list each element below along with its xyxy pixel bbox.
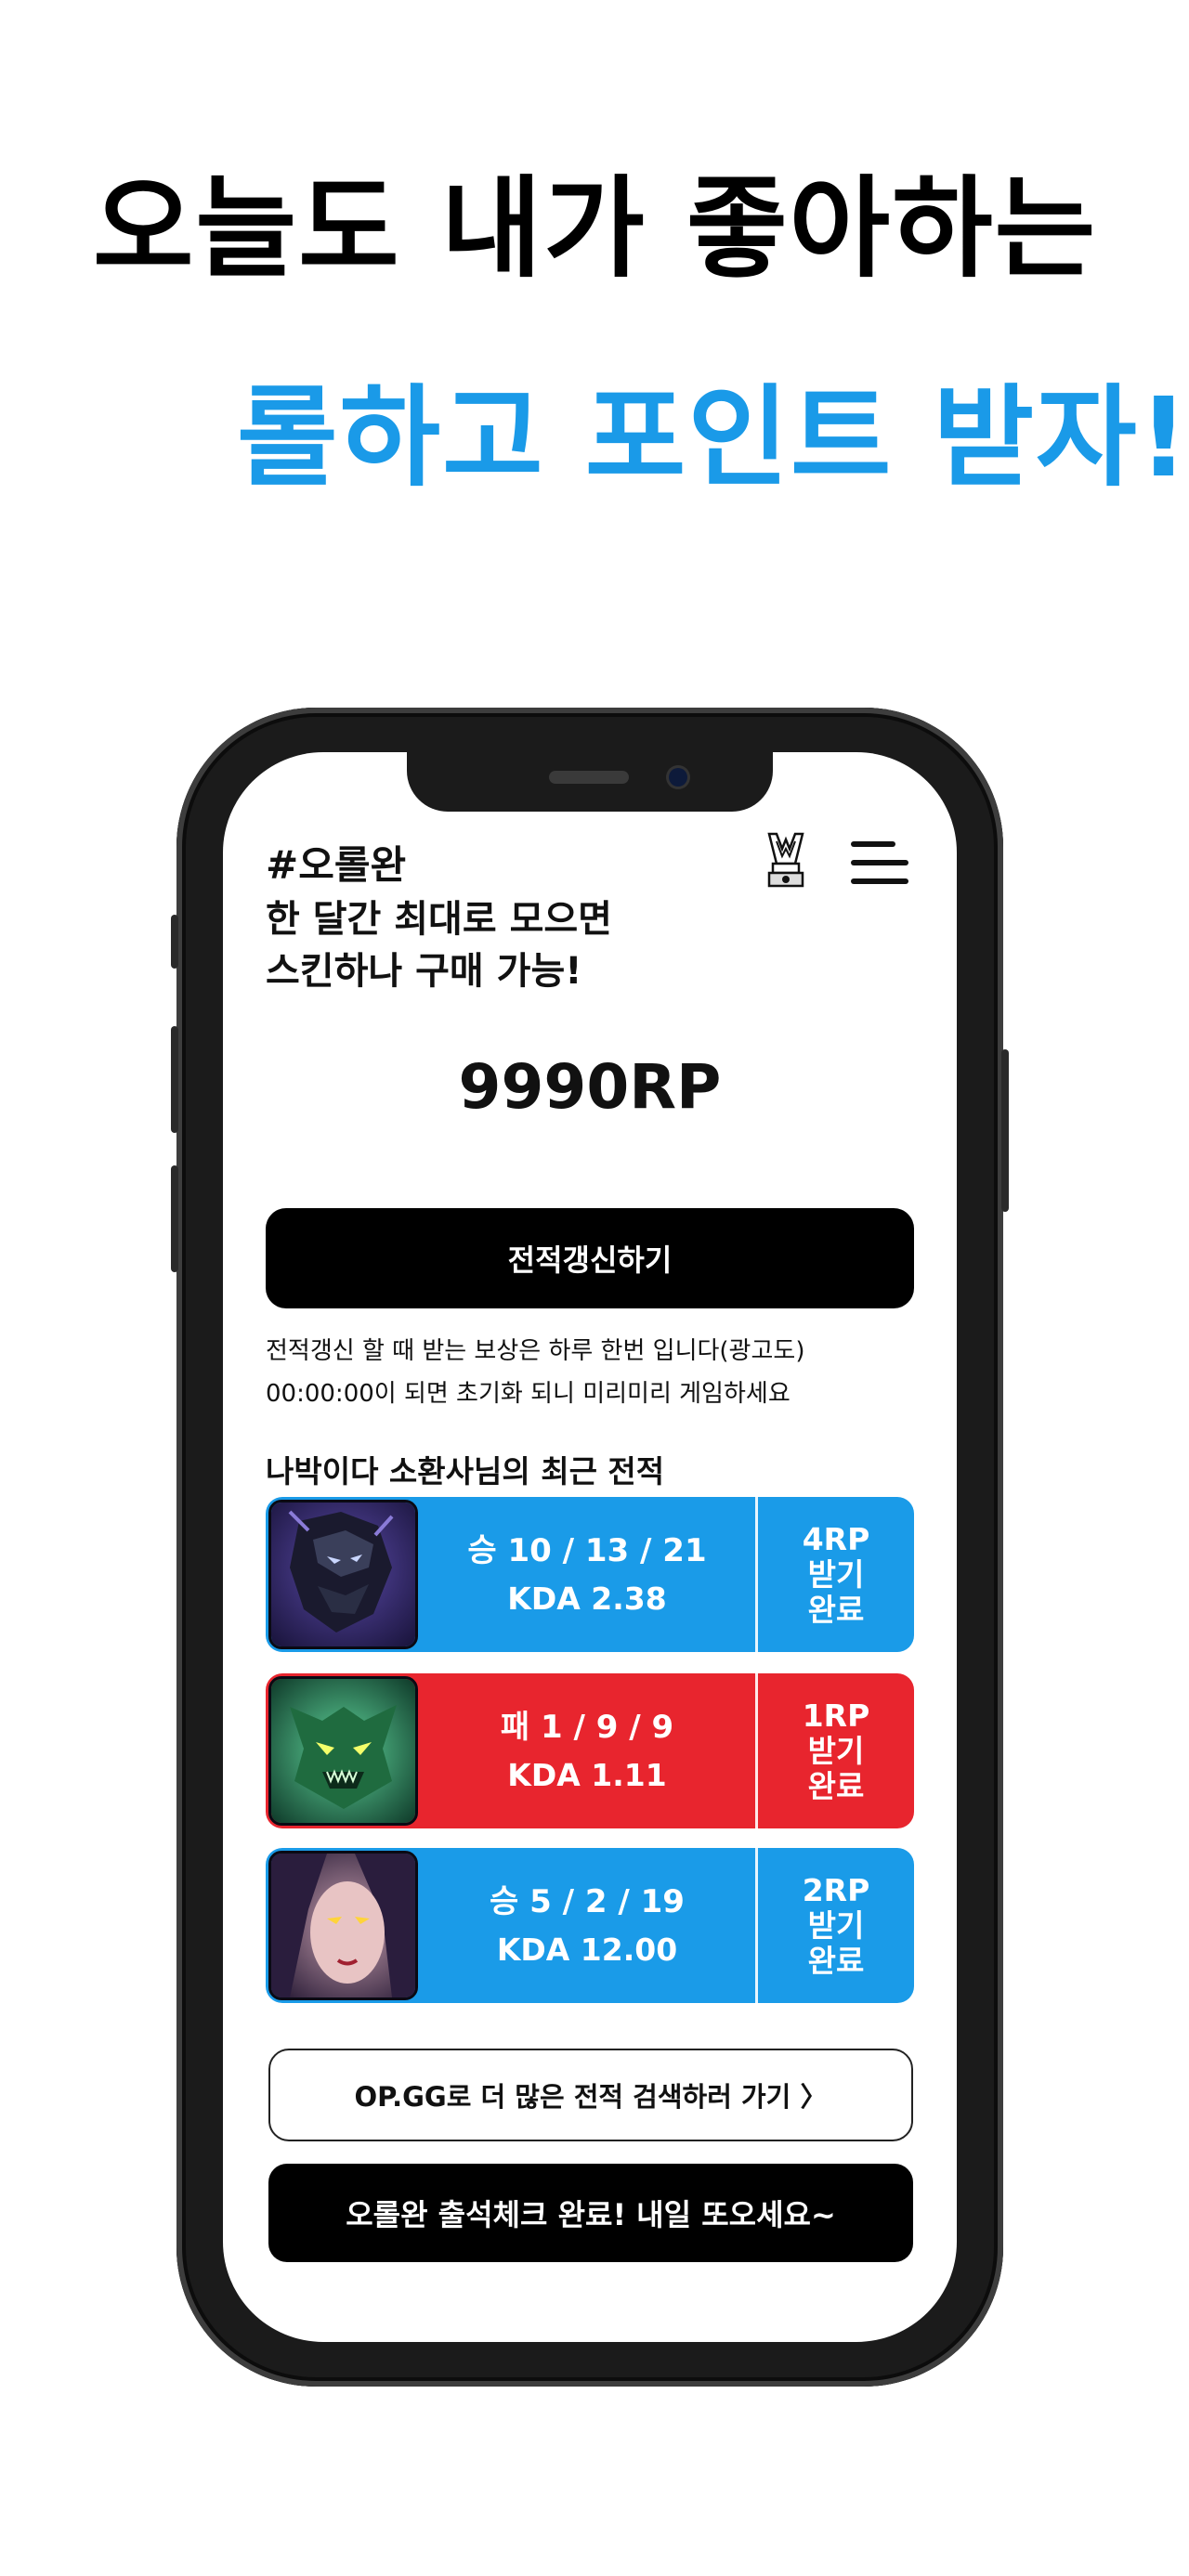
match-stats: 패 1 / 9 / 9 KDA 1.11 [420, 1673, 754, 1828]
reward-notice: 전적갱신 할 때 받는 보상은 하루 한번 입니다(광고도) 00:00:00이… [266, 1330, 804, 1415]
match-stats: 승 5 / 2 / 19 KDA 12.00 [420, 1848, 754, 2003]
points-balance: 9990RP [458, 1051, 722, 1123]
app-subtitle: 한 달간 최대로 모으면 스킨하나 구매 가능! [266, 893, 612, 997]
front-camera [669, 768, 687, 787]
phone-mute-switch [171, 915, 178, 969]
attendance-check-button[interactable]: 오롤완 출석체크 완료! 내일 또오세요~ [268, 2164, 913, 2262]
headline-line-1: 오늘도 내가 좋아하는 [93, 164, 1098, 293]
reward-label: 받기 [807, 1555, 865, 1593]
match-card[interactable]: 패 1 / 9 / 9 KDA 1.11 1RP 받기 완료 [266, 1673, 914, 1828]
subtitle-line-2: 스킨하나 구매 가능! [266, 950, 582, 993]
match-reward[interactable]: 1RP 받기 완료 [758, 1673, 914, 1828]
reward-status: 완료 [807, 1591, 865, 1628]
match-result: 패 1 / 9 / 9 [500, 1709, 674, 1746]
headline-line-2: 롤하고 포인트 받자! [237, 373, 1189, 501]
reward-status: 완료 [807, 1942, 865, 1979]
notice-line-1: 전적갱신 할 때 받는 보상은 하루 한번 입니다(광고도) [266, 1337, 805, 1365]
reward-label: 받기 [807, 1732, 865, 1769]
phone-power-button [1001, 1049, 1009, 1212]
phone-volume-up [171, 1026, 178, 1133]
reward-status: 완료 [807, 1767, 865, 1804]
champion-portrait [268, 1676, 418, 1826]
speaker-grille [549, 771, 629, 784]
match-kda: KDA 1.11 [507, 1757, 667, 1793]
phone-screen: #오롤완 한 달간 최대로 모으면 스킨하나 구매 가능! 9990RP 전적갱… [223, 752, 957, 2342]
match-result: 승 10 / 13 / 21 [467, 1532, 707, 1569]
champion-portrait [268, 1500, 418, 1649]
match-result: 승 5 / 2 / 19 [490, 1883, 685, 1920]
notice-line-2: 00:00:00이 되면 초기화 되니 미리미리 게임하세요 [266, 1380, 790, 1408]
subtitle-line-1: 한 달간 최대로 모으면 [266, 898, 612, 941]
trophy-icon[interactable] [764, 832, 808, 891]
match-reward[interactable]: 4RP 받기 완료 [758, 1497, 914, 1652]
match-stats: 승 10 / 13 / 21 KDA 2.38 [420, 1497, 754, 1652]
opgg-search-button[interactable]: OP.GG로 더 많은 전적 검색하러 가기 〉 [268, 2049, 913, 2141]
match-card[interactable]: 승 10 / 13 / 21 KDA 2.38 4RP 받기 완료 [266, 1497, 914, 1652]
recent-matches-title: 나박이다 소환사님의 최근 전적 [266, 1453, 665, 1490]
reward-points: 1RP [802, 1697, 870, 1734]
app-title: #오롤완 [266, 842, 407, 888]
reward-label: 받기 [807, 1906, 865, 1944]
phone-volume-down [171, 1165, 178, 1272]
hamburger-menu-icon[interactable] [851, 841, 908, 884]
refresh-record-button[interactable]: 전적갱신하기 [266, 1208, 914, 1308]
champion-portrait [268, 1851, 418, 2000]
match-kda: KDA 2.38 [507, 1581, 667, 1617]
reward-points: 4RP [802, 1520, 870, 1557]
match-reward[interactable]: 2RP 받기 완료 [758, 1848, 914, 2003]
match-card[interactable]: 승 5 / 2 / 19 KDA 12.00 2RP 받기 완료 [266, 1848, 914, 2003]
reward-points: 2RP [802, 1871, 870, 1908]
phone-notch [407, 752, 773, 812]
match-kda: KDA 12.00 [496, 1932, 678, 1968]
